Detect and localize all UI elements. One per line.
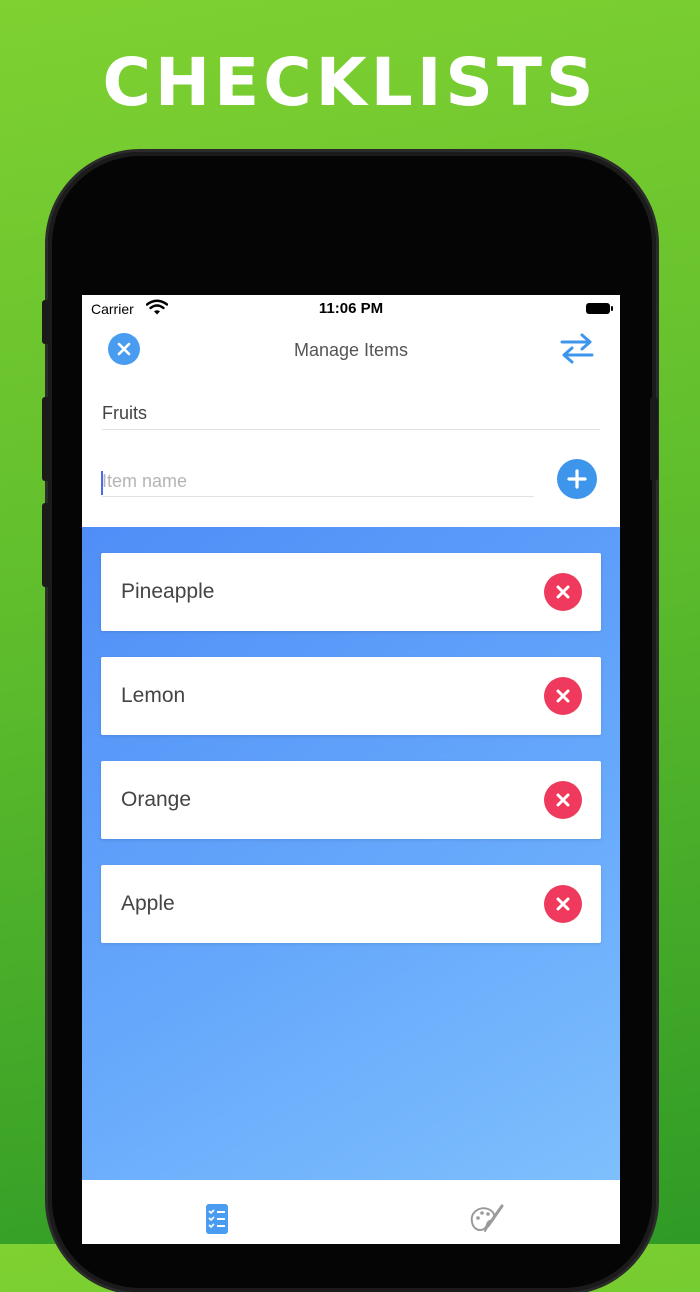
checklist-icon[interactable] xyxy=(196,1202,236,1238)
add-item-button[interactable] xyxy=(557,459,597,499)
list-name-field[interactable]: Fruits xyxy=(102,399,600,430)
phone-silent-switch xyxy=(42,300,50,344)
palette-brush-icon[interactable] xyxy=(466,1202,506,1238)
delete-item-button[interactable] xyxy=(544,781,582,819)
app-screen: Carrier 11:06 PM Manage Items Fruits Pin… xyxy=(82,295,620,1244)
delete-icon xyxy=(556,585,570,599)
delete-icon xyxy=(556,897,570,911)
text-cursor xyxy=(101,471,103,495)
item-label: Apple xyxy=(121,892,175,915)
delete-icon xyxy=(556,689,570,703)
phone-power-button xyxy=(650,397,658,481)
item-name-input[interactable] xyxy=(102,467,534,497)
page-title: Manage Items xyxy=(293,340,409,360)
delete-item-button[interactable] xyxy=(544,885,582,923)
phone-volume-down xyxy=(42,503,50,587)
delete-item-button[interactable] xyxy=(544,677,582,715)
delete-item-button[interactable] xyxy=(544,573,582,611)
list-item[interactable]: Apple xyxy=(101,865,601,943)
delete-icon xyxy=(556,793,570,807)
tab-bar xyxy=(82,1180,620,1244)
list-item[interactable]: Orange xyxy=(101,761,601,839)
swap-arrows-icon[interactable] xyxy=(558,331,596,365)
list-item[interactable]: Lemon xyxy=(101,657,601,735)
plus-icon xyxy=(567,469,587,489)
status-time: 11:06 PM xyxy=(318,300,384,317)
items-list: Pineapple Lemon Orange Apple xyxy=(82,527,620,1180)
battery-icon xyxy=(586,303,613,314)
item-label: Lemon xyxy=(121,684,186,707)
list-item[interactable]: Pineapple xyxy=(101,553,601,631)
status-bar: Carrier 11:06 PM xyxy=(82,295,620,321)
list-name-value: Fruits xyxy=(102,403,147,423)
promo-title: CHECKLISTS xyxy=(102,44,598,121)
phone-volume-up xyxy=(42,397,50,481)
item-label: Pineapple xyxy=(121,580,215,603)
item-label: Orange xyxy=(121,788,192,811)
